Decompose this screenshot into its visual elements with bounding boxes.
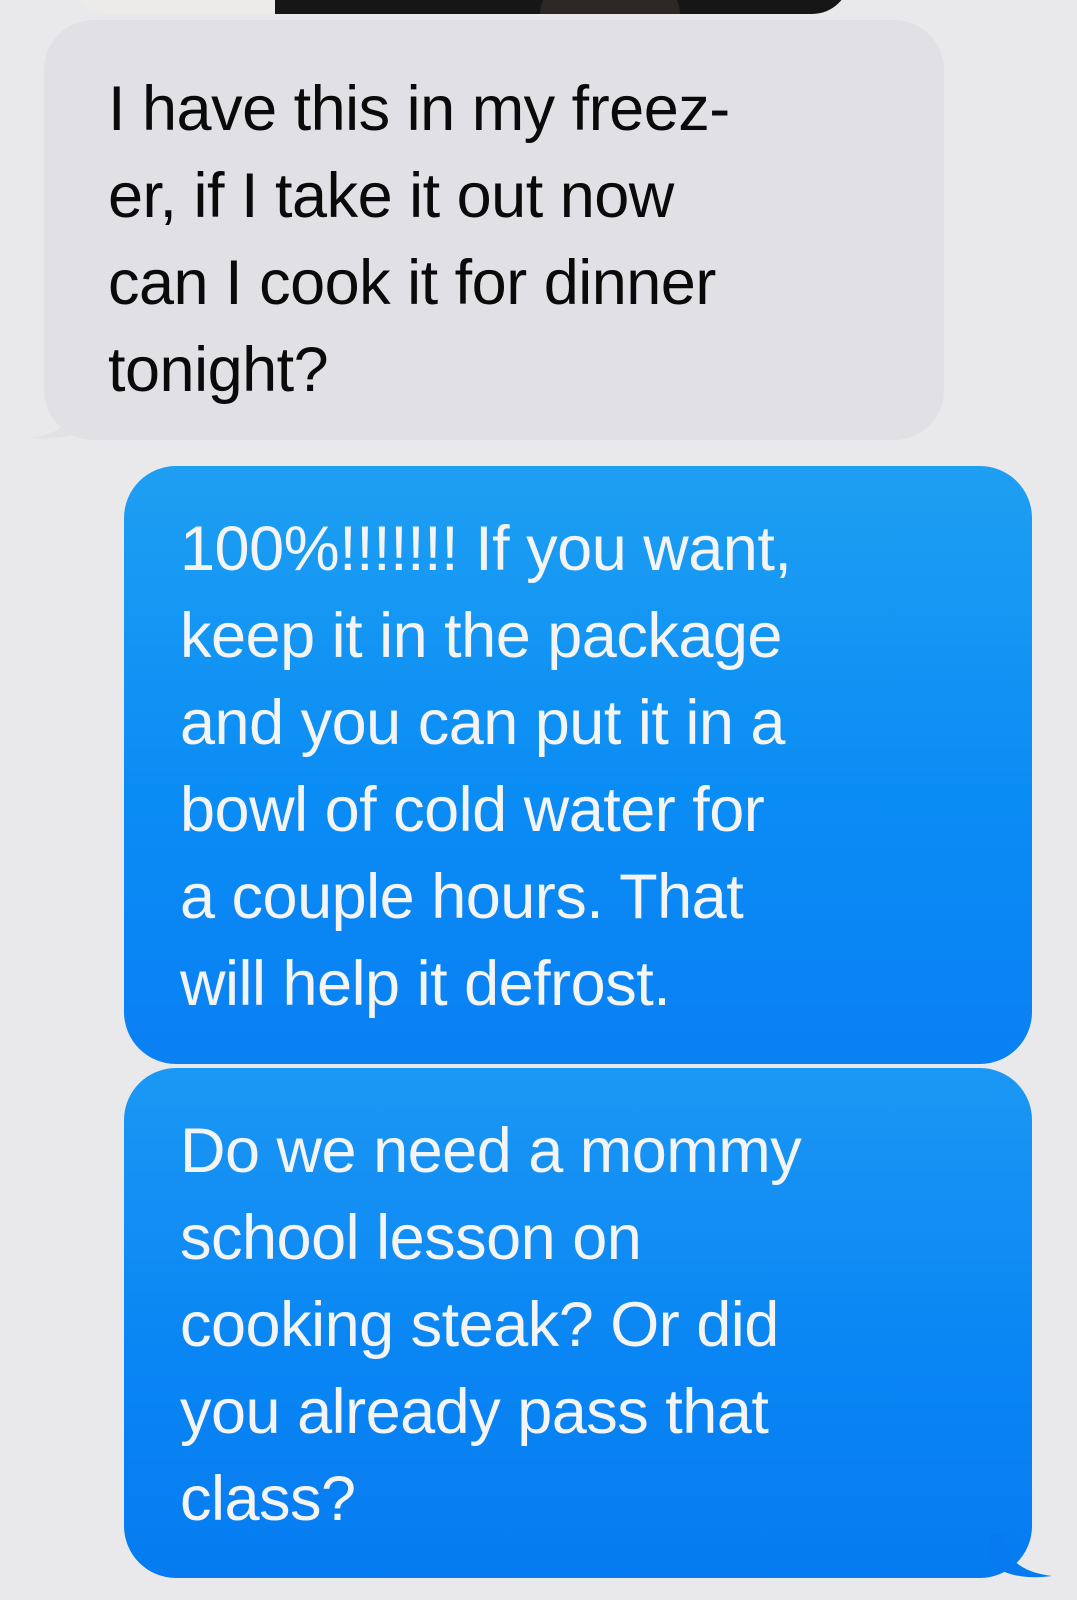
image-attachment-bubble[interactable]	[70, 0, 850, 14]
sent-message-text: Do we need a mommy school lesson on cook…	[180, 1116, 802, 1534]
image-attachment-detail	[540, 0, 680, 14]
received-message-bubble[interactable]: I have this in my freez- er, if I take i…	[30, 20, 944, 440]
sent-message-text: 100%!!!!!!! If you want, keep it in the …	[180, 514, 792, 1019]
received-message-text: I have this in my freez- er, if I take i…	[108, 74, 730, 405]
sent-message-bubble[interactable]: Do we need a mommy school lesson on cook…	[124, 1068, 1052, 1578]
sent-bubble-tail	[990, 1534, 1052, 1578]
message-thread: I have this in my freez- er, if I take i…	[0, 0, 1077, 1600]
sent-message-bubble[interactable]: 100%!!!!!!! If you want, keep it in the …	[124, 466, 1032, 1064]
received-bubble-tail	[30, 400, 90, 439]
